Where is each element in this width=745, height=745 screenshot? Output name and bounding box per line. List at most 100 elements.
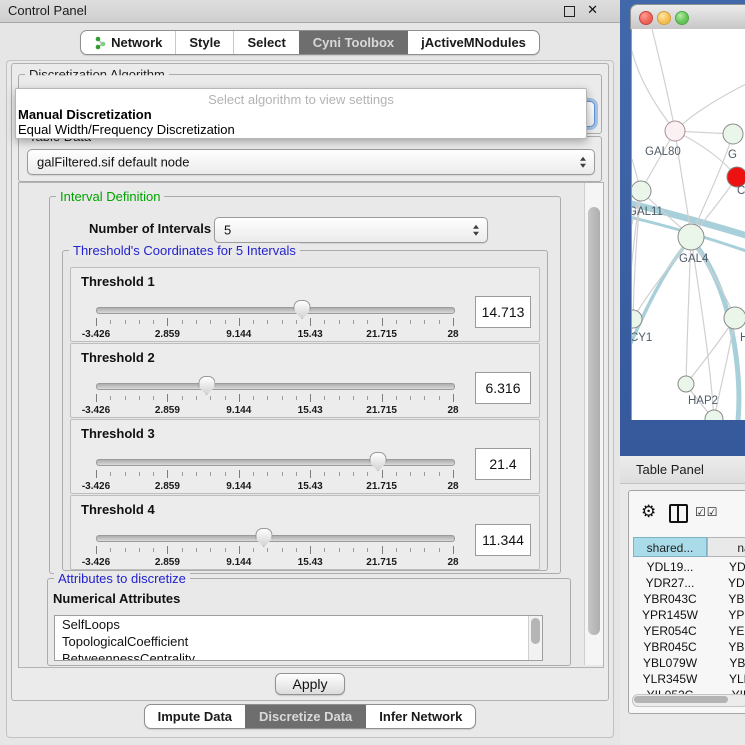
table-cell[interactable]: YLR345W	[633, 671, 707, 687]
horizontal-scrollbar[interactable]	[632, 694, 745, 707]
threshold-value-box[interactable]: 21.4	[475, 448, 531, 480]
threshold-slider[interactable]: -3.4262.8599.14415.4321.71528	[96, 302, 453, 340]
table-cell[interactable]: YPR145W	[633, 607, 707, 623]
network-node-g[interactable]	[723, 124, 743, 144]
slider-ticks	[96, 318, 453, 327]
slider-track[interactable]	[96, 307, 455, 314]
table-cell[interactable]: YBR045C	[633, 639, 707, 655]
table-row[interactable]: YBR043CYBR0	[633, 591, 745, 607]
tab-label: Select	[247, 35, 285, 50]
slider-track[interactable]	[96, 383, 455, 390]
network-svg: GAL80GCGAL11GAL4GCY1HHAP2	[632, 29, 745, 420]
tab-jactivemnodules[interactable]: jActiveMNodules	[407, 31, 539, 54]
table-data-combobox[interactable]: galFiltered.sif default node	[27, 149, 595, 175]
network-tab-icon	[94, 36, 106, 50]
tab-select[interactable]: Select	[233, 31, 298, 54]
network-node-c[interactable]	[727, 167, 745, 187]
list-scrollbar[interactable]	[528, 616, 542, 660]
tab-label: Network	[111, 35, 162, 50]
network-nodes[interactable]: GAL80GCGAL11GAL4GCY1HHAP2	[632, 121, 745, 420]
tab-style[interactable]: Style	[175, 31, 233, 54]
columns-icon[interactable]	[669, 504, 688, 523]
table-row[interactable]: YBL079WYBL0	[633, 655, 745, 671]
table-row[interactable]: YPR145WYPR1	[633, 607, 745, 623]
threshold-slider[interactable]: -3.4262.8599.14415.4321.71528	[96, 530, 453, 568]
slider-handle[interactable]	[294, 300, 311, 319]
minor-tick	[196, 472, 197, 476]
list-item[interactable]: SelfLoops	[55, 616, 542, 633]
tab-discretize-data[interactable]: Discretize Data	[245, 705, 365, 728]
column-header[interactable]: na	[707, 537, 745, 557]
scrollbar-thumb[interactable]	[531, 618, 540, 644]
minor-tick	[267, 320, 268, 324]
mac-minimize-button[interactable]	[657, 11, 671, 25]
table-cell[interactable]: YDR27...	[633, 575, 707, 591]
slider-track[interactable]	[96, 535, 455, 542]
threshold-slider[interactable]: -3.4262.8599.14415.4321.71528	[96, 378, 453, 416]
list-item[interactable]: BetweennessCentrality	[55, 650, 542, 661]
network-node-gal4[interactable]	[678, 224, 704, 250]
gear-icon[interactable]: ⚙	[641, 502, 656, 522]
table-row[interactable]: YDL19...YDL1	[633, 559, 745, 575]
tab-network[interactable]: Network	[81, 31, 175, 54]
network-view-canvas[interactable]: GAL80GCGAL11GAL4GCY1HHAP2	[631, 29, 745, 420]
table-row[interactable]: YER054CYER0	[633, 623, 745, 639]
table-cell[interactable]: YDL19...	[633, 559, 707, 575]
table-row[interactable]: YBR045CYBR0	[633, 639, 745, 655]
network-node-gal11[interactable]	[632, 181, 651, 201]
threshold-value-box[interactable]: 11.344	[475, 524, 531, 556]
dropdown-option-equal-width[interactable]: Equal Width/Frequency Discretization	[18, 122, 235, 137]
table-cell[interactable]: YER0	[707, 623, 745, 639]
network-node-hap2[interactable]	[678, 376, 694, 392]
node-table[interactable]: shared...naYDL19...YDL1YDR27...YDR2YBR04…	[633, 537, 745, 697]
list-item[interactable]: TopologicalCoefficient	[55, 633, 542, 650]
tick-label: 9.144	[226, 329, 251, 340]
table-cell[interactable]: YBL079W	[633, 655, 707, 671]
tab-infer-network[interactable]: Infer Network	[365, 705, 475, 728]
slider-handle[interactable]	[370, 452, 387, 471]
tick-label: 9.144	[226, 481, 251, 492]
table-cell[interactable]: YBR0	[707, 591, 745, 607]
table-cell[interactable]: YDR2	[707, 575, 745, 591]
scrollbar-thumb[interactable]	[588, 207, 600, 635]
tick-label: 15.43	[298, 329, 323, 340]
minor-tick	[324, 472, 325, 476]
network-node-h[interactable]	[724, 307, 745, 329]
tab-label: Discretize Data	[259, 709, 352, 724]
dropdown-option-manual[interactable]: Manual Discretization	[18, 107, 152, 122]
table-cell[interactable]: YPR1	[707, 607, 745, 623]
network-node-gal80[interactable]	[665, 121, 685, 141]
slider-track[interactable]	[96, 459, 455, 466]
apply-button[interactable]: Apply	[275, 673, 344, 695]
numerical-attributes-list[interactable]: SelfLoopsTopologicalCoefficientBetweenne…	[54, 615, 543, 661]
network-window-titlebar[interactable]	[630, 4, 745, 30]
threshold-value-box[interactable]: 6.316	[475, 372, 531, 404]
slider-handle[interactable]	[198, 376, 215, 395]
table-cell[interactable]: YBR0	[707, 639, 745, 655]
threshold-slider[interactable]: -3.4262.8599.14415.4321.71528	[96, 454, 453, 492]
table-panel: ⚙ ☑☑ shared...naYDL19...YDL1YDR27...YDR2…	[628, 490, 745, 714]
tick-label: 2.859	[155, 481, 180, 492]
mac-close-button[interactable]	[639, 11, 653, 25]
table-row[interactable]: YLR345WYLR3	[633, 671, 745, 687]
float-window-icon[interactable]	[564, 6, 575, 17]
major-tick	[310, 546, 311, 554]
tab-impute-data[interactable]: Impute Data	[145, 705, 245, 728]
slider-handle[interactable]	[255, 528, 272, 547]
table-cell[interactable]: YLR3	[707, 671, 745, 687]
table-cell[interactable]: YBL0	[707, 655, 745, 671]
vertical-scrollbar[interactable]	[584, 183, 603, 665]
column-header[interactable]: shared...	[633, 537, 707, 557]
scrollbar-thumb[interactable]	[634, 696, 728, 703]
close-icon[interactable]: ✕	[587, 2, 598, 18]
tick-label: 21.715	[366, 481, 397, 492]
mac-zoom-button[interactable]	[675, 11, 689, 25]
table-cell[interactable]: YER054C	[633, 623, 707, 639]
select-columns-checkboxes-icon[interactable]: ☑☑	[695, 505, 719, 519]
table-cell[interactable]: YBR043C	[633, 591, 707, 607]
number-of-intervals-combobox[interactable]: 5	[214, 217, 488, 243]
table-cell[interactable]: YDL1	[707, 559, 745, 575]
table-row[interactable]: YDR27...YDR2	[633, 575, 745, 591]
threshold-value-box[interactable]: 14.713	[475, 296, 531, 328]
tab-cyni-toolbox[interactable]: Cyni Toolbox	[299, 31, 407, 54]
